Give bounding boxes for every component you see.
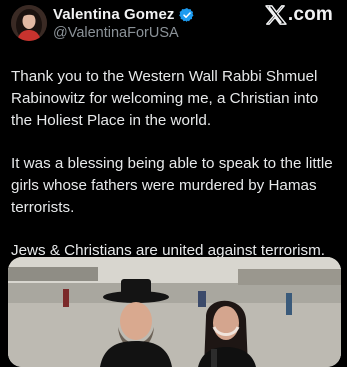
author-display-name[interactable]: Valentina Gomez	[53, 6, 175, 23]
tweet-paragraph: It was a blessing being able to speak to…	[11, 155, 333, 216]
tweet-text: Thank you to the Western Wall Rabbi Shmu…	[11, 66, 341, 283]
tweet-header: Valentina Gomez @ValentinaForUSA .com	[0, 0, 347, 56]
x-logo-icon	[265, 5, 287, 25]
author-handle[interactable]: @ValentinaForUSA	[53, 25, 179, 41]
profile-avatar[interactable]	[11, 5, 47, 41]
verified-badge-icon	[178, 7, 195, 23]
tweet-paragraph: Thank you to the Western Wall Rabbi Shmu…	[11, 68, 319, 129]
video-thumbnail-image[interactable]	[8, 257, 341, 367]
x-brand: .com	[265, 4, 333, 26]
brand-label: .com	[287, 4, 333, 25]
author-name-row: Valentina Gomez	[53, 6, 195, 23]
